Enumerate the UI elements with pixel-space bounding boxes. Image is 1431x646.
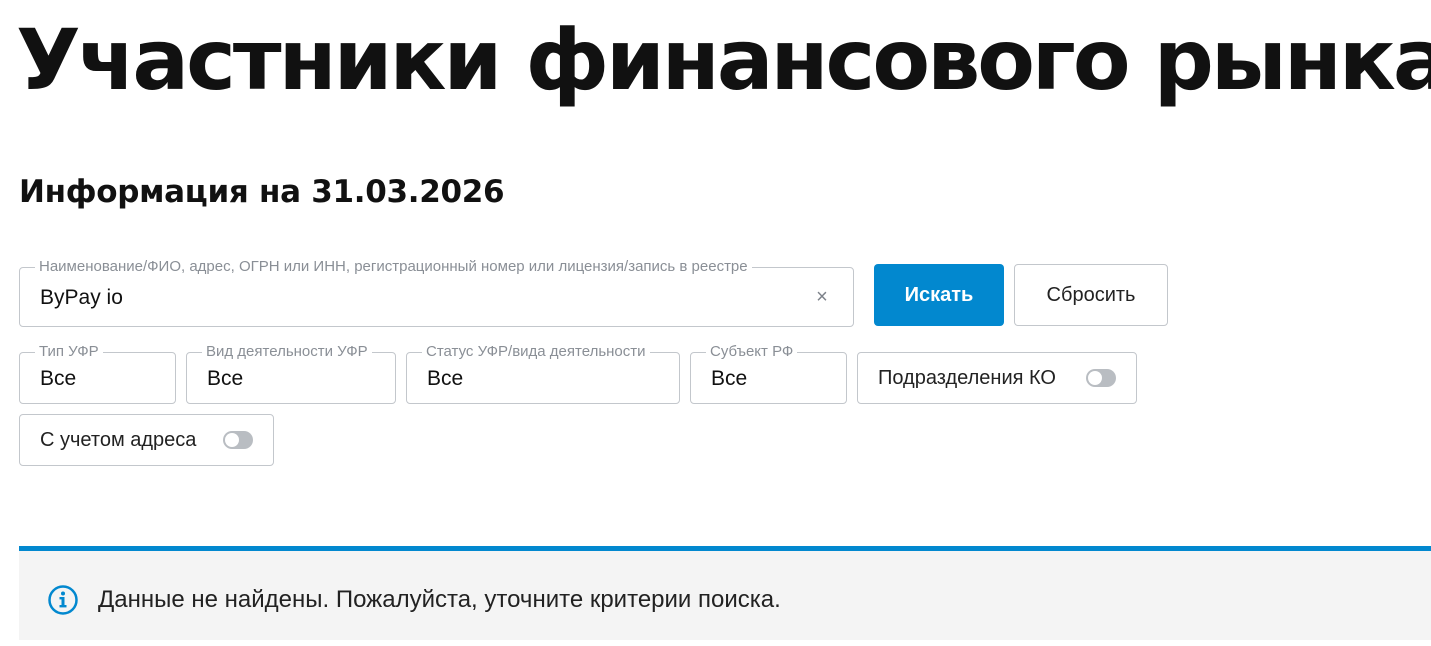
notice-text: Данные не найдены. Пожалуйста, уточните … <box>98 586 781 613</box>
filter-status-label: Статус УФР/вида деятельности <box>422 344 650 360</box>
filter-region-select[interactable]: Субъект РФ Все <box>690 344 847 404</box>
reset-button[interactable]: Сбросить <box>1014 264 1168 326</box>
filter-activity-select[interactable]: Вид деятельности УФР Все <box>186 344 396 404</box>
no-results-notice: Данные не найдены. Пожалуйста, уточните … <box>19 546 1431 640</box>
filter-status-select[interactable]: Статус УФР/вида деятельности Все <box>406 344 680 404</box>
branches-toggle-label: Подразделения КО <box>878 367 1056 389</box>
branches-toggle-switch[interactable] <box>1086 369 1116 387</box>
filter-activity-label: Вид деятельности УФР <box>202 344 372 360</box>
address-toggle-switch[interactable] <box>223 431 253 449</box>
filter-status-value: Все <box>427 367 464 390</box>
filter-region-value: Все <box>711 367 748 390</box>
info-date-heading: Информация на 31.03.2026 <box>19 174 505 210</box>
search-field[interactable]: Наименование/ФИО, адрес, ОГРН или ИНН, р… <box>19 259 854 327</box>
filter-region-label: Субъект РФ <box>706 344 798 360</box>
toggle-knob <box>1088 371 1102 385</box>
filter-type-select[interactable]: Тип УФР Все <box>19 344 176 404</box>
search-input[interactable]: ByPay io <box>40 286 123 310</box>
filter-type-label: Тип УФР <box>35 344 103 360</box>
address-toggle-label: С учетом адреса <box>40 429 197 451</box>
filter-type-value: Все <box>40 367 77 390</box>
search-button[interactable]: Искать <box>874 264 1004 326</box>
branches-toggle-box[interactable]: Подразделения КО <box>857 352 1137 404</box>
address-toggle-box[interactable]: С учетом адреса <box>19 414 274 466</box>
clear-icon[interactable]: × <box>813 285 831 309</box>
filter-activity-value: Все <box>207 367 244 390</box>
toggle-knob <box>225 433 239 447</box>
page-title: Участники финансового рынка <box>16 11 1431 109</box>
page: Участники финансового рынка Информация н… <box>0 0 1431 646</box>
info-icon <box>48 585 78 615</box>
search-field-label: Наименование/ФИО, адрес, ОГРН или ИНН, р… <box>35 259 752 275</box>
